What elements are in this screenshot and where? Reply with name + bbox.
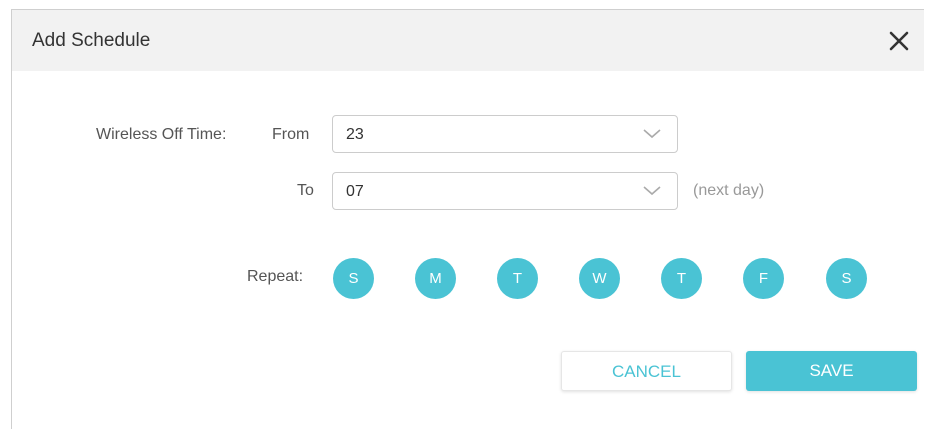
repeat-label: Repeat: [247,268,304,285]
next-day-hint: (next day) [693,182,765,199]
save-button[interactable]: SAVE [746,351,917,391]
day-toggle-saturday[interactable]: S [826,258,867,299]
chevron-down-icon [643,186,661,196]
cancel-button[interactable]: CANCEL [561,351,732,391]
day-toggle-tuesday[interactable]: T [497,258,538,299]
to-hour-select[interactable]: 07 [332,172,678,210]
day-toggle-monday[interactable]: M [415,258,456,299]
to-hour-value: 07 [346,183,364,200]
day-toggle-wednesday[interactable]: W [579,258,620,299]
from-hour-value: 23 [346,126,364,143]
chevron-down-icon [643,129,661,139]
from-label: From [272,126,310,143]
day-toggle-friday[interactable]: F [743,258,784,299]
add-schedule-dialog: Add Schedule Wireless Off Time: From 23 … [11,9,924,429]
day-toggle-sunday[interactable]: S [333,258,374,299]
dialog-header: Add Schedule [12,10,924,71]
day-toggle-thursday[interactable]: T [661,258,702,299]
wireless-off-time-label: Wireless Off Time: [96,126,227,143]
from-hour-select[interactable]: 23 [332,115,678,153]
to-label: To [297,182,314,199]
dialog-title: Add Schedule [32,30,151,51]
close-icon[interactable] [888,30,910,52]
